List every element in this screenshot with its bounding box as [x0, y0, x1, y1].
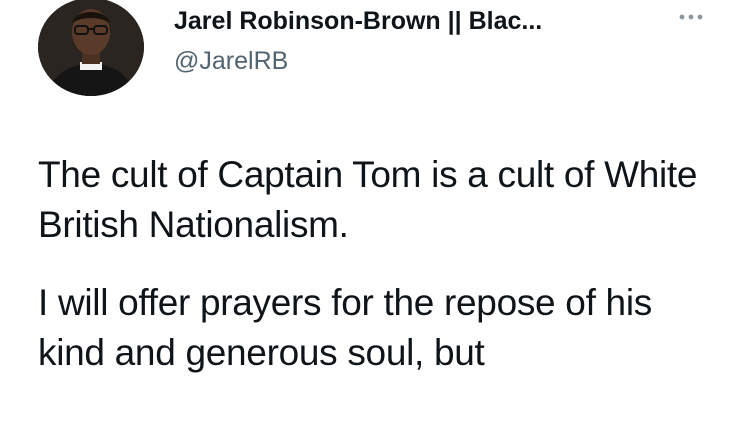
tweet-paragraph: I will offer prayers for the repose of h… — [38, 282, 652, 373]
author-handle[interactable]: @JarelRB — [174, 46, 288, 76]
more-options-button[interactable] — [671, 2, 711, 32]
tweet-paragraph: The cult of Captain Tom is a cult of Whi… — [38, 154, 698, 245]
author-display-name[interactable]: Jarel Robinson-Brown || Blac... — [174, 6, 542, 36]
tweet-card: Jarel Robinson-Brown || Blac... @JarelRB… — [0, 0, 750, 421]
tweet-body: The cult of Captain Tom is a cult of Whi… — [38, 150, 728, 378]
avatar[interactable] — [38, 0, 144, 96]
avatar-image — [38, 0, 144, 96]
tweet-header: Jarel Robinson-Brown || Blac... @JarelRB — [174, 0, 714, 90]
more-horizontal-icon — [679, 14, 703, 20]
